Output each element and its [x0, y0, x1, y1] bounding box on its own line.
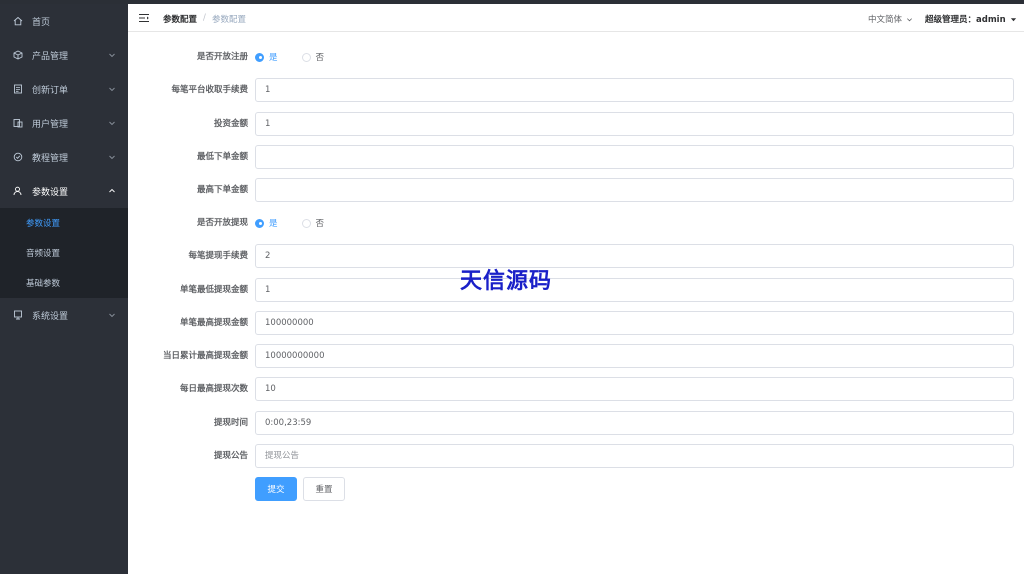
submenu-item-audio-settings[interactable]: 音频设置	[0, 238, 128, 268]
withdraw-yes-radio[interactable]: 是	[255, 217, 278, 229]
radio-label: 否	[315, 53, 325, 63]
radio-label: 否	[315, 219, 325, 229]
max-withdraw-input[interactable]: 100000000	[255, 311, 1014, 335]
language-label: 中文简体	[868, 15, 903, 25]
form-actions: 提交 重置	[128, 477, 1024, 501]
chevron-up-icon	[108, 187, 116, 195]
radio-circle	[301, 218, 311, 228]
form-row-withdraw-fee: 每笔提现手续费 2	[128, 244, 1024, 268]
form-label: 最高下单金额	[196, 185, 248, 195]
sidebar-item-home[interactable]: 首页	[0, 4, 128, 38]
form-row-fee-per-order: 每笔平台收取手续费 1	[128, 78, 1024, 102]
submenu-item-parameter-settings[interactable]: 参数设置	[0, 208, 128, 238]
form-row-min-withdraw: 单笔最低提现金额 1	[128, 278, 1024, 302]
tutorial-icon	[13, 152, 23, 162]
min-withdraw-input[interactable]: 1	[255, 278, 1014, 302]
invest-amount-input[interactable]: 1	[255, 112, 1014, 136]
sidebar-item-system[interactable]: 系统设置	[0, 298, 128, 332]
cube-icon	[13, 50, 23, 60]
form-label: 单笔最高提现金额	[179, 318, 248, 328]
chevron-down-icon	[108, 153, 116, 161]
form-row-withdraw-time: 提现时间 0:00,23:59	[128, 411, 1024, 435]
sidebar-item-parameters[interactable]: 参数设置	[0, 174, 128, 208]
user-menu[interactable]: 超级管理员：admin	[925, 13, 1017, 25]
form-label: 是否开放提现	[196, 218, 248, 228]
form-label: 每日最高提现次数	[179, 384, 248, 394]
chevron-down-icon	[907, 17, 912, 21]
sidebar-submenu: 参数设置 音频设置 基础参数	[0, 208, 128, 298]
system-icon	[13, 310, 23, 320]
sidebar-item-label: 用户管理	[32, 119, 69, 130]
form-label: 提现公告	[213, 451, 248, 461]
form-label: 是否开放注册	[196, 52, 248, 62]
max-order-input[interactable]	[255, 178, 1014, 202]
sidebar-item-label: 参数设置	[32, 187, 69, 198]
order-icon	[13, 84, 23, 94]
sidebar-item-label: 教程管理	[32, 153, 69, 164]
radio-circle	[255, 52, 264, 62]
form-label: 当日累计最高提现金额	[162, 351, 248, 361]
caret-down-icon	[1010, 17, 1016, 21]
withdraw-fee-input[interactable]: 2	[255, 244, 1014, 268]
form-row-notice: 提现公告 提现公告	[128, 444, 1024, 468]
form-row-invest-amount: 投资金额 1	[128, 112, 1024, 136]
home-icon	[13, 16, 23, 26]
breadcrumb-root[interactable]: 参数配置	[163, 13, 197, 25]
form-label: 投资金额	[213, 119, 248, 129]
sidebar: 首页 产品管理 创新订单 用户管理 教程管理 参数设置 参数设置 音频设置 基础…	[0, 4, 128, 574]
sidebar-item-products[interactable]: 产品管理	[0, 38, 128, 72]
notice-input[interactable]: 提现公告	[255, 444, 1014, 468]
register-open-radio-group: 是 否	[255, 45, 348, 69]
daily-times-input[interactable]: 10	[255, 377, 1014, 401]
sidebar-item-orders[interactable]: 创新订单	[0, 72, 128, 106]
min-order-input[interactable]	[255, 145, 1014, 169]
form-row-daily-max: 当日累计最高提现金额 10000000000	[128, 344, 1024, 368]
sidebar-item-label: 产品管理	[32, 51, 69, 62]
chevron-down-icon	[108, 85, 116, 93]
sidebar-item-users[interactable]: 用户管理	[0, 106, 128, 140]
daily-max-input[interactable]: 10000000000	[255, 344, 1014, 368]
form-row-withdraw-open: 是否开放提现 是 否	[128, 211, 1024, 235]
form-label: 最低下单金额	[196, 152, 248, 162]
main-content: 是否开放注册 是 否 每笔平台收取手续费 1 投资金额 1 最低下单金额 最高下…	[128, 32, 1024, 574]
users-icon	[13, 118, 23, 128]
form-label: 提现时间	[213, 418, 248, 428]
withdraw-no-radio[interactable]: 否	[301, 217, 325, 229]
sidebar-item-label: 系统设置	[32, 311, 69, 322]
radio-label: 是	[269, 53, 278, 63]
reset-button[interactable]: 重置	[303, 477, 345, 501]
radio-label: 是	[269, 219, 278, 229]
withdraw-open-radio-group: 是 否	[255, 211, 348, 235]
form-label: 每笔提现手续费	[188, 251, 248, 261]
sidebar-item-tutorials[interactable]: 教程管理	[0, 140, 128, 174]
sidebar-item-label: 首页	[32, 17, 51, 28]
menu-toggle-icon[interactable]	[138, 12, 150, 24]
language-selector[interactable]: 中文简体	[868, 13, 913, 25]
chevron-down-icon	[108, 51, 116, 59]
form-label: 每笔平台收取手续费	[171, 85, 248, 95]
top-header: 参数配置 / 参数配置 中文简体 超级管理员：admin	[128, 4, 1024, 32]
sidebar-item-label: 创新订单	[32, 85, 69, 96]
form-row-register-open: 是否开放注册 是 否	[128, 45, 1024, 69]
withdraw-time-input[interactable]: 0:00,23:59	[255, 411, 1014, 435]
breadcrumb-current: 参数配置	[212, 15, 247, 25]
register-no-radio[interactable]: 否	[301, 51, 325, 63]
user-settings-icon	[13, 186, 23, 196]
form-row-max-withdraw: 单笔最高提现金额 100000000	[128, 311, 1024, 335]
form-row-max-order: 最高下单金额	[128, 178, 1024, 202]
breadcrumb-separator: /	[203, 13, 206, 23]
admin-label: 超级管理员：admin	[925, 15, 1006, 25]
watermark-text: 天信源码	[460, 269, 553, 294]
chevron-down-icon	[108, 311, 116, 319]
chevron-down-icon	[108, 119, 116, 127]
form-row-min-order: 最低下单金额	[128, 145, 1024, 169]
register-yes-radio[interactable]: 是	[255, 51, 278, 63]
radio-circle	[255, 218, 264, 228]
form-row-daily-times: 每日最高提现次数 10	[128, 377, 1024, 401]
submenu-item-basic-parameters[interactable]: 基础参数	[0, 268, 128, 298]
radio-circle	[301, 52, 311, 62]
fee-per-order-input[interactable]: 1	[255, 78, 1014, 102]
form-label: 单笔最低提现金额	[179, 285, 248, 295]
submit-button[interactable]: 提交	[255, 477, 297, 501]
